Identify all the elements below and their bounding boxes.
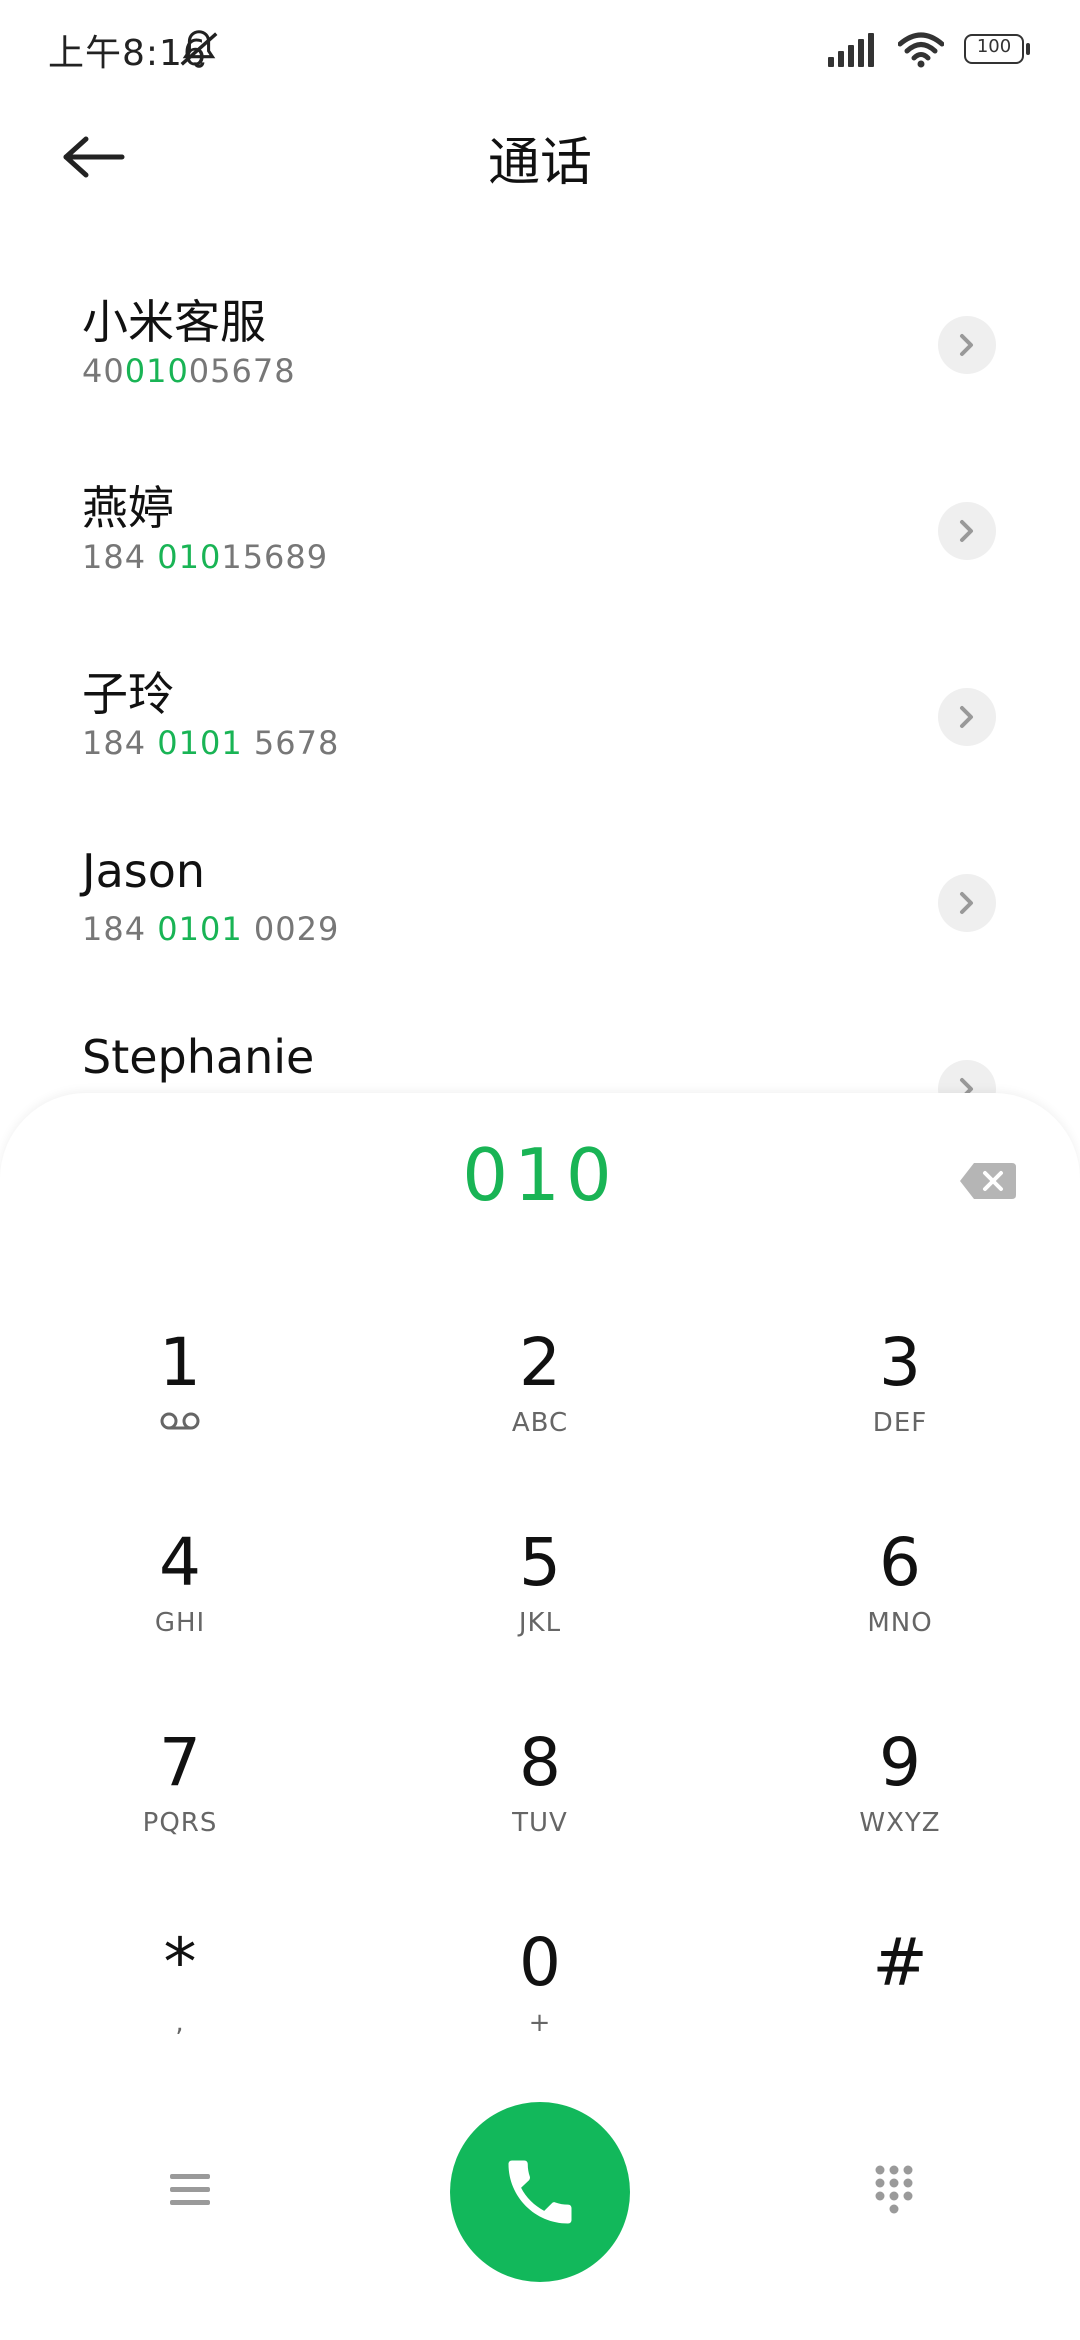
page-title: 通话 — [487, 133, 592, 193]
contact-name: Stephanie — [82, 1030, 315, 1084]
key-digit: 6 — [879, 1524, 921, 1601]
key-digit: 7 — [159, 1724, 201, 1801]
contact-detail-button[interactable] — [938, 316, 996, 374]
header: 通话 — [0, 100, 1080, 210]
key-digit: 0 — [519, 1924, 561, 2001]
key-1[interactable]: 1 — [30, 1323, 330, 1493]
key-digit: 3 — [879, 1324, 921, 1401]
key-digit: 5 — [519, 1524, 561, 1601]
key-digit: 4 — [159, 1524, 201, 1601]
contact-number: 184 01015689 — [82, 538, 329, 576]
keypad: 1 2 ABC 3 DEF 4 GHI 5 JKL 6 MNO 7 PQRS 8… — [0, 1323, 1080, 2123]
key-digit: 2 — [519, 1324, 561, 1401]
key-2[interactable]: 2 ABC — [390, 1323, 690, 1493]
key-letters: WXYZ — [859, 1808, 941, 1838]
contact-row[interactable]: 子玲 184 0101 5678 — [0, 612, 1080, 798]
key-letters: MNO — [867, 1608, 933, 1638]
key-8[interactable]: 8 TUV — [390, 1723, 690, 1893]
key-letters: + — [528, 2008, 552, 2038]
status-bar: 上午8:16 100 — [0, 0, 1080, 100]
key-letters: , — [175, 2008, 185, 2038]
contact-name: 子玲 — [82, 667, 174, 721]
wifi-icon — [898, 32, 944, 68]
key-letters: ABC — [511, 1408, 569, 1438]
contact-number: 184 0101 5678 — [82, 724, 340, 762]
key-9[interactable]: 9 WXYZ — [750, 1723, 1050, 1893]
contact-list: 小米客服 4001005678 燕婷 184 01015689 子玲 184 0… — [0, 240, 1080, 1100]
key-4[interactable]: 4 GHI — [30, 1523, 330, 1693]
contact-row[interactable]: Jason 184 0101 0029 — [0, 798, 1080, 984]
contact-row[interactable]: 小米客服 4001005678 — [0, 240, 1080, 426]
key-letters: PQRS — [142, 1808, 218, 1838]
contact-number: 4001005678 — [82, 352, 296, 390]
dialpad-icon — [875, 2165, 913, 2214]
call-button[interactable] — [450, 2102, 630, 2282]
bottom-bar — [0, 2090, 1080, 2290]
key-5[interactable]: 5 JKL — [390, 1523, 690, 1693]
contact-name: 小米客服 — [82, 295, 266, 349]
battery-level: 100 — [976, 36, 1012, 57]
contact-detail-button[interactable] — [938, 874, 996, 932]
backspace-icon — [960, 1163, 1016, 1199]
status-icons: 100 — [828, 28, 1032, 72]
phone-icon — [508, 2160, 572, 2224]
key-hash[interactable]: # — [750, 1923, 1050, 2093]
key-letters: DEF — [872, 1408, 928, 1438]
key-digit: # — [872, 1924, 928, 2001]
delete-button[interactable] — [958, 1161, 1018, 1201]
battery-icon: 100 — [964, 34, 1032, 66]
contact-number: 184 0101 0029 — [82, 910, 340, 948]
key-3[interactable]: 3 DEF — [750, 1323, 1050, 1493]
dial-input[interactable]: 010 — [0, 1133, 1080, 1217]
key-star[interactable]: * , — [30, 1923, 330, 2093]
contact-detail-button[interactable] — [938, 502, 996, 560]
key-digit: 8 — [519, 1724, 561, 1801]
contact-row[interactable]: 燕婷 184 01015689 — [0, 426, 1080, 612]
contact-row[interactable]: Stephanie — [0, 984, 1080, 1100]
contact-name: Jason — [82, 844, 206, 898]
dialpad-button[interactable] — [862, 2158, 926, 2222]
chevron-right-icon — [960, 334, 973, 356]
key-letters: TUV — [512, 1808, 568, 1838]
key-digit: * — [163, 1924, 197, 2001]
key-6[interactable]: 6 MNO — [750, 1523, 1050, 1693]
signal-icon — [828, 33, 874, 67]
dial-input-area: 010 — [0, 1123, 1080, 1243]
chevron-right-icon — [960, 892, 973, 914]
chevron-right-icon — [960, 706, 973, 728]
key-digit: 9 — [879, 1724, 921, 1801]
key-letters: GHI — [154, 1608, 206, 1638]
menu-button[interactable] — [160, 2160, 220, 2220]
contact-name: 燕婷 — [82, 481, 174, 535]
bell-slash-icon — [180, 30, 218, 68]
key-digit: 1 — [159, 1324, 201, 1401]
key-7[interactable]: 7 PQRS — [30, 1723, 330, 1893]
voicemail-icon — [160, 1412, 200, 1430]
chevron-right-icon — [960, 520, 973, 542]
key-0[interactable]: 0 + — [390, 1923, 690, 2093]
key-letters: JKL — [518, 1608, 562, 1638]
contact-detail-button[interactable] — [938, 688, 996, 746]
menu-icon — [170, 2174, 210, 2205]
